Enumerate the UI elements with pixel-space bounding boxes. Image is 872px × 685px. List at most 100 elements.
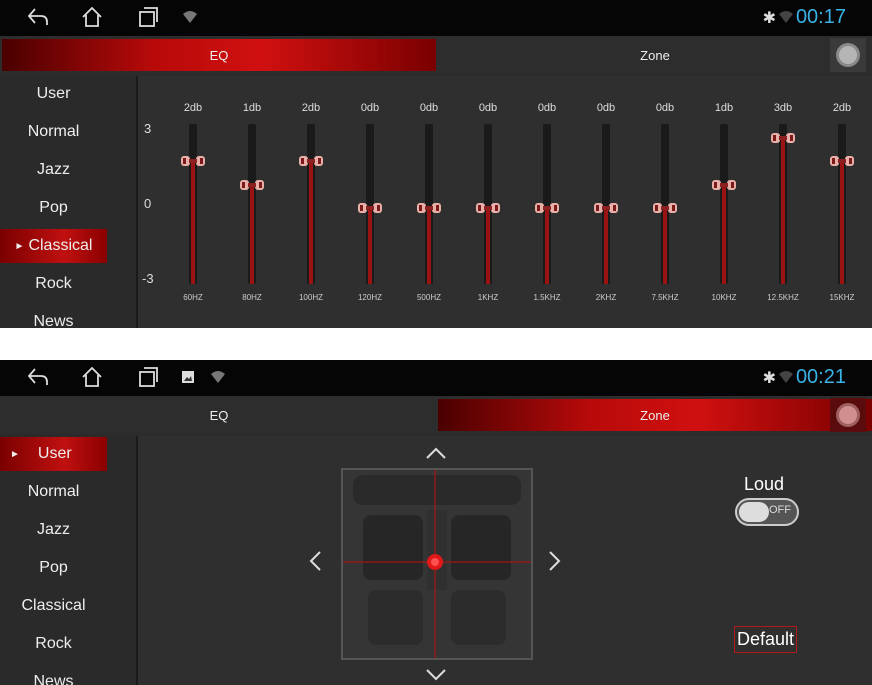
eq-band-value: 1db xyxy=(714,102,734,114)
wifi-icon xyxy=(211,371,225,383)
eq-slider-thumb[interactable] xyxy=(770,131,796,145)
eq-slider-track[interactable] xyxy=(189,124,197,284)
eq-slider-thumb[interactable] xyxy=(829,154,855,168)
bluetooth-icon: ✱ xyxy=(762,370,776,387)
preset-label: Jazz xyxy=(37,521,70,538)
preset-label: Jazz xyxy=(37,161,70,178)
preset-classical[interactable]: ► Classical xyxy=(0,229,107,263)
back-icon[interactable] xyxy=(26,5,50,29)
eq-band-slider[interactable]: 0db 2KHZ xyxy=(586,76,626,328)
eq-slider-track[interactable] xyxy=(779,124,787,284)
preset-user[interactable]: ► User xyxy=(0,437,107,471)
chevron-left-icon[interactable] xyxy=(308,550,322,572)
eq-band-slider[interactable]: 2db 60HZ xyxy=(173,76,213,328)
eq-band-value: 2db xyxy=(183,102,203,114)
preset-label: User xyxy=(37,445,72,462)
chevron-right-icon[interactable] xyxy=(548,550,562,572)
volume-knob-icon[interactable] xyxy=(830,398,866,432)
eq-slider-fill xyxy=(722,184,726,284)
preset-label: Classical xyxy=(21,597,86,614)
eq-slider-thumb[interactable] xyxy=(357,201,383,215)
eq-slider-thumb[interactable] xyxy=(239,178,265,192)
tab-zone[interactable]: Zone xyxy=(438,39,872,71)
preset-news[interactable]: News xyxy=(0,665,107,685)
eq-slider-fill xyxy=(250,184,254,284)
tab-zone[interactable]: Zone xyxy=(438,399,872,431)
preset-normal[interactable]: Normal xyxy=(0,115,107,149)
preset-classical[interactable]: Classical xyxy=(0,589,107,623)
eq-slider-thumb[interactable] xyxy=(475,201,501,215)
eq-slider-fill xyxy=(840,161,844,284)
eq-band-slider[interactable]: 1db 80HZ xyxy=(232,76,272,328)
eq-slider-thumb[interactable] xyxy=(534,201,560,215)
eq-slider-thumb[interactable] xyxy=(593,201,619,215)
image-notification-icon xyxy=(182,371,194,383)
preset-jazz[interactable]: Jazz xyxy=(0,153,107,187)
preset-label: News xyxy=(33,673,74,685)
eq-band-slider[interactable]: 0db 1KHZ xyxy=(468,76,508,328)
eq-band-frequency: 2KHZ xyxy=(595,293,617,302)
preset-user[interactable]: User xyxy=(0,77,107,111)
eq-band-slider[interactable]: 3db 12.5KHZ xyxy=(763,76,803,328)
chevron-down-icon[interactable] xyxy=(425,668,447,682)
preset-jazz[interactable]: Jazz xyxy=(0,513,107,547)
eq-slider-thumb[interactable] xyxy=(298,154,324,168)
eq-band-slider[interactable]: 0db 500HZ xyxy=(409,76,449,328)
preset-normal[interactable]: Normal xyxy=(0,475,107,509)
eq-band-slider[interactable]: 0db 7.5KHZ xyxy=(645,76,685,328)
preset-label: News xyxy=(33,313,74,328)
home-icon[interactable] xyxy=(80,365,104,389)
toggle-knob xyxy=(739,502,769,522)
preset-pop[interactable]: Pop xyxy=(0,191,107,225)
preset-pop[interactable]: Pop xyxy=(0,551,107,585)
loud-toggle[interactable]: OFF xyxy=(735,498,799,526)
preset-news[interactable]: News xyxy=(0,305,107,328)
preset-label: Normal xyxy=(27,123,80,140)
eq-band-value: 3db xyxy=(773,102,793,114)
eq-band-slider[interactable]: 2db 15KHZ xyxy=(822,76,862,328)
preset-rock[interactable]: Rock xyxy=(0,627,107,661)
eq-band-slider[interactable]: 2db 100HZ xyxy=(291,76,331,328)
eq-slider-track[interactable] xyxy=(248,124,256,284)
eq-band-slider[interactable]: 0db 1.5KHZ xyxy=(527,76,567,328)
eq-slider-fill xyxy=(604,208,608,284)
eq-band-slider[interactable]: 1db 10KHZ xyxy=(704,76,744,328)
preset-label: Rock xyxy=(35,275,72,292)
tab-eq[interactable]: EQ xyxy=(2,399,436,431)
eq-band-frequency: 1KHZ xyxy=(477,293,499,302)
recent-apps-icon[interactable] xyxy=(136,5,160,29)
eq-band-value: 0db xyxy=(537,102,557,114)
eq-band-frequency: 7.5KHZ xyxy=(651,293,679,302)
default-button[interactable]: Default xyxy=(734,626,798,653)
eq-band-value: 0db xyxy=(419,102,439,114)
volume-knob-icon[interactable] xyxy=(830,38,866,72)
back-icon[interactable] xyxy=(26,365,50,389)
preset-rock[interactable]: Rock xyxy=(0,267,107,301)
eq-slider-track[interactable] xyxy=(307,124,315,284)
zone-panel: Loud OFF Default xyxy=(138,436,872,685)
eq-slider-track[interactable] xyxy=(720,124,728,284)
eq-slider-thumb[interactable] xyxy=(416,201,442,215)
eq-slider-thumb[interactable] xyxy=(711,178,737,192)
zone-screen: ✱ 00:21 EQ Zone ► User Normal Jazz Pop Cl… xyxy=(0,360,872,685)
eq-slider-track[interactable] xyxy=(838,124,846,284)
car-interior-image[interactable] xyxy=(341,468,533,660)
eq-band-slider[interactable]: 0db 120HZ xyxy=(350,76,390,328)
eq-band-value: 0db xyxy=(596,102,616,114)
status-bar: ✱ 00:21 xyxy=(0,360,872,396)
tab-eq[interactable]: EQ xyxy=(2,39,436,71)
eq-slider-fill xyxy=(427,208,431,284)
eq-band-value: 0db xyxy=(360,102,380,114)
eq-slider-thumb[interactable] xyxy=(180,154,206,168)
home-icon[interactable] xyxy=(80,5,104,29)
eq-band-frequency: 10KHZ xyxy=(711,293,737,302)
eq-slider-thumb[interactable] xyxy=(652,201,678,215)
eq-band-value: 1db xyxy=(242,102,262,114)
eq-band-frequency: 100HZ xyxy=(298,293,323,302)
eq-screen: ✱ 00:17 EQ Zone User Normal Jazz Pop ► Cl… xyxy=(0,0,872,328)
eq-band-frequency: 120HZ xyxy=(357,293,382,302)
recent-apps-icon[interactable] xyxy=(136,365,160,389)
chevron-up-icon[interactable] xyxy=(425,446,447,460)
scale-min: -3 xyxy=(142,271,154,286)
fader-position-marker[interactable] xyxy=(426,553,444,571)
